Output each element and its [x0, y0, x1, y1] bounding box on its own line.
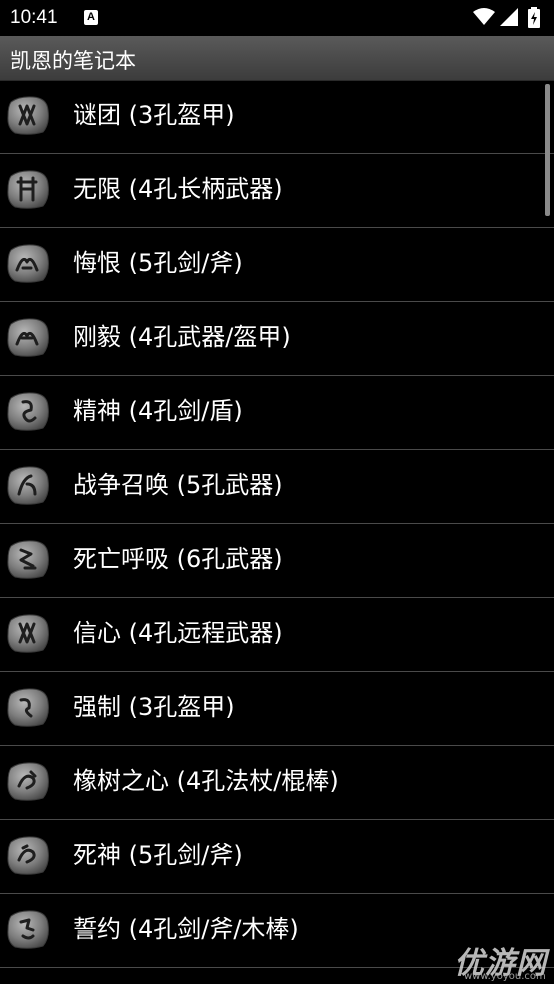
list-item[interactable]: 悔恨 (5孔剑/斧)	[0, 228, 554, 302]
status-time: 10:41	[10, 7, 58, 28]
rune-icon	[7, 392, 49, 431]
rune-icon	[7, 910, 49, 949]
list-item[interactable]: 无限 (4孔长柄武器)	[0, 154, 554, 228]
notification-letter: A	[87, 11, 95, 23]
runeword-label: 谜团 (3孔盔甲)	[73, 101, 235, 129]
runeword-list[interactable]: 谜团 (3孔盔甲) 无限 (4孔长柄武器) 悔恨 (5孔剑/斧) 刚毅 (4孔武器/盔…	[0, 80, 554, 984]
runeword-label: 悔恨 (5孔剑/斧)	[73, 249, 243, 277]
battery-icon	[528, 7, 540, 28]
wifi-icon	[473, 8, 495, 25]
rune-icon	[7, 318, 49, 357]
title-bar: 凯恩的笔记本	[0, 36, 554, 81]
rune-icon	[7, 762, 49, 801]
runeword-label: 死亡呼吸 (6孔武器)	[73, 545, 283, 573]
signal-icon	[500, 8, 518, 26]
rune-icon	[7, 688, 49, 727]
list-item[interactable]: 刚毅 (4孔武器/盔甲)	[0, 302, 554, 376]
runeword-label: 精神 (4孔剑/盾)	[73, 397, 243, 425]
runeword-label: 死神 (5孔剑/斧)	[73, 841, 243, 869]
runeword-label: 信心 (4孔远程武器)	[73, 619, 283, 647]
a-notification-icon: A	[84, 10, 98, 25]
list-item[interactable]: 信心 (4孔远程武器)	[0, 598, 554, 672]
runeword-label: 战争召唤 (5孔武器)	[73, 471, 283, 499]
list-item[interactable]: 橡树之心 (4孔法杖/棍棒)	[0, 746, 554, 820]
rune-icon	[7, 836, 49, 875]
watermark: 优游网 www.yoyou.com	[452, 938, 554, 984]
list-item[interactable]: 谜团 (3孔盔甲)	[0, 80, 554, 154]
scrollbar[interactable]	[545, 84, 550, 216]
runeword-label: 无限 (4孔长柄武器)	[73, 175, 283, 203]
rune-icon	[7, 244, 49, 283]
rune-icon	[7, 466, 49, 505]
rune-icon	[7, 614, 49, 653]
status-bar: 10:41 A	[0, 0, 554, 36]
rune-icon	[7, 96, 49, 135]
list-item[interactable]: 强制 (3孔盔甲)	[0, 672, 554, 746]
list-item[interactable]: 精神 (4孔剑/盾)	[0, 376, 554, 450]
runeword-label: 强制 (3孔盔甲)	[73, 693, 235, 721]
watermark-url: www.yoyou.com	[464, 971, 546, 982]
runeword-label: 誓约 (4孔剑/斧/木棒)	[73, 915, 299, 943]
list-item[interactable]: 战争召唤 (5孔武器)	[0, 450, 554, 524]
app-title: 凯恩的笔记本	[10, 49, 136, 73]
runeword-label: 橡树之心 (4孔法杖/棍棒)	[73, 767, 339, 795]
list-item[interactable]: 死亡呼吸 (6孔武器)	[0, 524, 554, 598]
runeword-label: 刚毅 (4孔武器/盔甲)	[73, 323, 291, 351]
rune-icon	[7, 170, 49, 209]
rune-icon	[7, 540, 49, 579]
list-item[interactable]: 死神 (5孔剑/斧)	[0, 820, 554, 894]
